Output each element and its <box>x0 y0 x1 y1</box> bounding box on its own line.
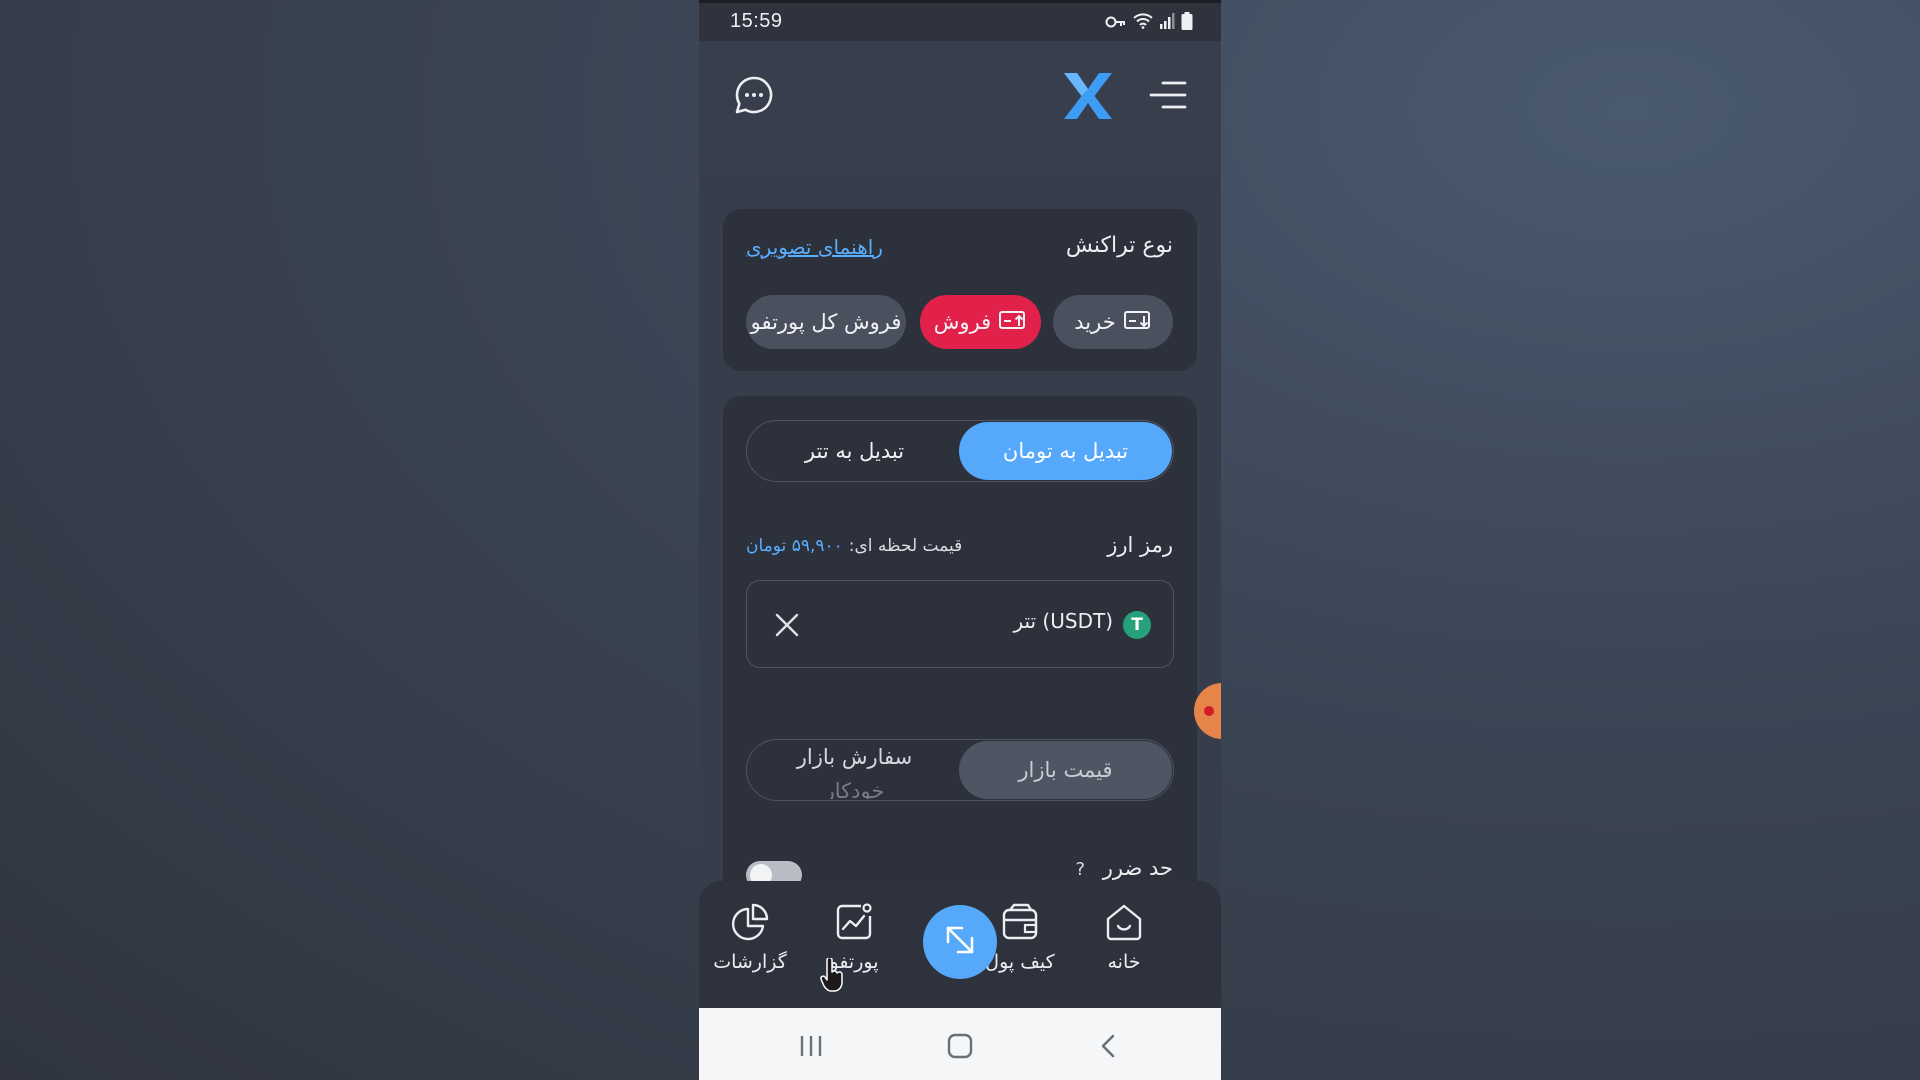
convert-toggle: تبدیل به تومان تبدیل به تتر <box>746 420 1174 482</box>
stop-loss-help-icon[interactable]: ? <box>1075 859 1085 880</box>
android-nav-bar <box>699 1008 1221 1080</box>
convert-to-tether-tab[interactable]: تبدیل به تتر <box>748 422 961 480</box>
portfolio-chart-icon <box>833 901 875 943</box>
live-price: قیمت لحظه ای: ۵۹,۹۰۰ تومان <box>746 536 962 556</box>
phone-screen: 15:59 نوع تراکنش راهنمای تصویری خرید فرو… <box>699 0 1221 1080</box>
floating-support-bubble[interactable] <box>1194 683 1221 739</box>
live-price-prefix: قیمت لحظه ای: <box>848 536 963 556</box>
order-type-toggle: قیمت بازار سفارش بازار خودکار <box>746 739 1174 801</box>
exchange-fab[interactable] <box>923 905 997 979</box>
swap-arrows-icon <box>940 920 980 964</box>
app-header <box>699 41 1221 149</box>
transaction-type-label: نوع تراکنش <box>1065 233 1173 258</box>
crypto-label: رمز ارز <box>1107 533 1173 557</box>
status-icons <box>1105 12 1193 34</box>
wifi-icon <box>1133 13 1153 33</box>
market-price-tab[interactable]: قیمت بازار <box>959 741 1172 799</box>
status-bar: 15:59 <box>699 3 1221 41</box>
chat-support-icon[interactable] <box>731 72 777 118</box>
wallet-icon <box>999 901 1041 943</box>
status-time: 15:59 <box>730 10 783 32</box>
auto-market-order-line1: سفارش بازار <box>796 745 913 769</box>
order-form-card: تبدیل به تومان تبدیل به تتر رمز ارز قیمت… <box>723 396 1197 896</box>
close-icon[interactable] <box>773 611 801 639</box>
crypto-select-field[interactable]: T تتر (USDT) <box>746 580 1174 668</box>
selected-crypto: تتر (USDT) <box>1013 609 1113 633</box>
header-strip <box>699 149 1221 189</box>
app-logo <box>1061 69 1115 123</box>
buy-button[interactable]: خرید <box>1053 295 1173 349</box>
visual-guide-link[interactable]: راهنمای تصویری <box>746 235 883 259</box>
buy-label: خرید <box>1074 310 1116 334</box>
home-button-icon[interactable] <box>944 1030 976 1062</box>
pie-chart-icon <box>729 901 771 943</box>
transaction-type-card: نوع تراکنش راهنمای تصویری خرید فروش فروش… <box>723 209 1197 371</box>
battery-icon <box>1181 12 1193 34</box>
nav-wallet-label: کیف پول <box>985 951 1055 973</box>
sell-card-icon <box>999 310 1027 335</box>
signal-icon <box>1159 13 1175 33</box>
auto-market-order-line2: خودکار <box>824 779 885 799</box>
sell-label: فروش <box>933 310 992 334</box>
menu-icon[interactable] <box>1147 74 1189 116</box>
convert-to-toman-tab[interactable]: تبدیل به تومان <box>959 422 1172 480</box>
nav-home[interactable]: خانه <box>1079 901 1169 973</box>
vpn-key-icon <box>1105 14 1127 33</box>
sell-all-portfolio-button[interactable]: فروش کل پورتفو <box>746 295 906 349</box>
home-icon <box>1103 901 1145 943</box>
nav-reports-label: گزارشات <box>713 951 787 973</box>
sell-button[interactable]: فروش <box>920 295 1041 349</box>
hand-cursor-icon <box>820 956 844 992</box>
buy-card-icon <box>1123 310 1152 335</box>
live-price-value: ۵۹,۹۰۰ تومان <box>746 536 843 556</box>
stop-loss-label: حد ضرر <box>1102 856 1173 880</box>
bottom-nav: خانه کیف پول پورتفو گزارشات <box>699 881 1221 1008</box>
back-icon[interactable] <box>1093 1030 1125 1062</box>
recent-apps-icon[interactable] <box>795 1030 827 1062</box>
nav-home-label: خانه <box>1107 951 1141 973</box>
tether-icon: T <box>1123 611 1151 639</box>
auto-market-order-tab[interactable]: سفارش بازار خودکار <box>748 741 961 799</box>
nav-reports[interactable]: گزارشات <box>705 901 795 973</box>
